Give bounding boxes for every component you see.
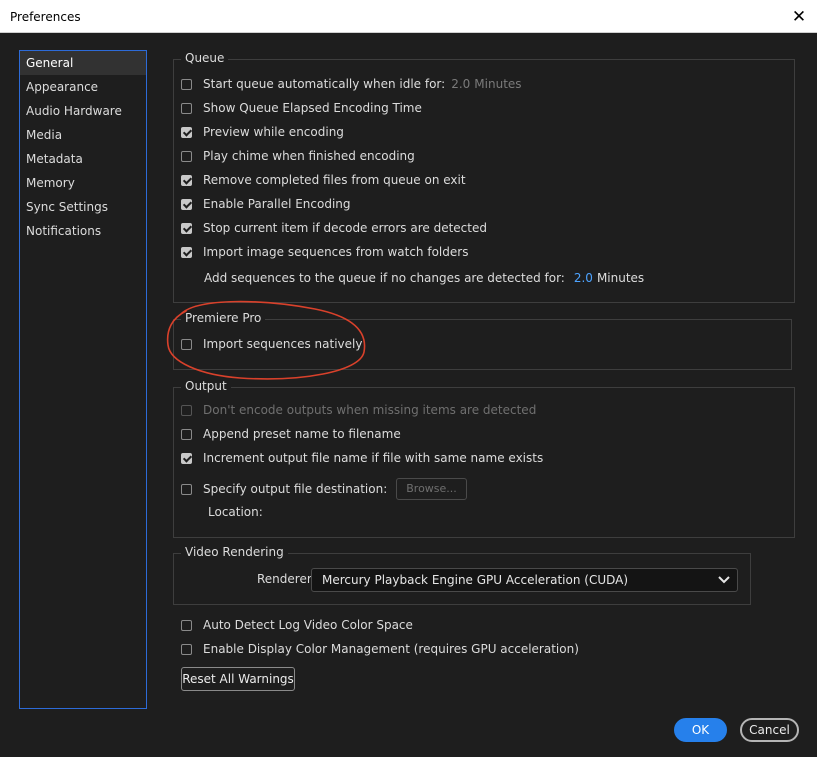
add-sequences-row: Add sequences to the queue if no changes… [204, 269, 644, 287]
import-image-seq-checkbox[interactable] [181, 246, 192, 258]
append-preset-label: Append preset name to filename [203, 427, 401, 441]
renderer-row: Renderer: [257, 570, 316, 588]
browse-button[interactable]: Browse... [396, 478, 467, 500]
remove-completed-label: Remove completed files from queue on exi… [203, 173, 466, 187]
sidebar-item-memory[interactable]: Memory [20, 171, 146, 195]
idle-minutes-value[interactable]: 2.0 [451, 75, 470, 93]
dont-encode-checkbox[interactable] [181, 404, 192, 416]
add-sequences-minutes-value[interactable]: 2.0 [574, 269, 593, 287]
display-color-label: Enable Display Color Management (require… [203, 642, 579, 656]
video-rendering-group-title: Video Rendering [181, 545, 288, 559]
sidebar-item-media[interactable]: Media [20, 123, 146, 147]
dont-encode-row: Don't encode outputs when missing items … [181, 401, 536, 419]
start-queue-row: Start queue automatically when idle for:… [181, 75, 522, 93]
parallel-row: Enable Parallel Encoding [181, 195, 351, 213]
reset-all-warnings-button[interactable]: Reset All Warnings [181, 667, 295, 691]
parallel-encoding-label: Enable Parallel Encoding [203, 197, 351, 211]
increment-checkbox[interactable] [181, 452, 192, 464]
import-image-seq-row: Import image sequences from watch folder… [181, 243, 468, 261]
display-color-checkbox[interactable] [181, 643, 192, 655]
cancel-button[interactable]: Cancel [740, 718, 799, 742]
increment-label: Increment output file name if file with … [203, 451, 544, 465]
idle-minutes-unit: Minutes [474, 77, 522, 91]
append-preset-row: Append preset name to filename [181, 425, 401, 443]
start-queue-checkbox[interactable] [181, 78, 192, 90]
specify-dest-label: Specify output file destination: [203, 482, 388, 496]
import-natively-checkbox[interactable] [181, 338, 192, 350]
location-row: Location: [208, 503, 263, 521]
sidebar-item-sync-settings[interactable]: Sync Settings [20, 195, 146, 219]
title-bar: Preferences ✕ [0, 0, 817, 33]
specify-dest-checkbox[interactable] [181, 483, 192, 495]
remove-completed-row: Remove completed files from queue on exi… [181, 171, 466, 189]
renderer-label: Renderer: [257, 572, 316, 586]
auto-detect-checkbox[interactable] [181, 619, 192, 631]
stop-on-error-row: Stop current item if decode errors are d… [181, 219, 487, 237]
add-sequences-label: Add sequences to the queue if no changes… [204, 271, 565, 285]
ok-button[interactable]: OK [674, 718, 727, 742]
preview-checkbox[interactable] [181, 126, 192, 138]
add-sequences-minutes-unit: Minutes [596, 271, 645, 285]
sidebar-item-metadata[interactable]: Metadata [20, 147, 146, 171]
remove-completed-checkbox[interactable] [181, 174, 192, 186]
location-label: Location: [208, 505, 263, 519]
stop-on-error-label: Stop current item if decode errors are d… [203, 221, 487, 235]
specify-dest-row: Specify output file destination: Browse.… [181, 477, 467, 501]
chime-label: Play chime when finished encoding [203, 149, 415, 163]
renderer-select-value: Mercury Playback Engine GPU Acceleration… [322, 573, 629, 587]
dont-encode-label: Don't encode outputs when missing items … [203, 403, 537, 417]
queue-group-title: Queue [181, 51, 229, 65]
close-icon[interactable]: ✕ [787, 5, 811, 29]
auto-detect-row: Auto Detect Log Video Color Space [181, 616, 413, 634]
import-natively-row: Import sequences natively [181, 335, 362, 353]
stop-on-error-checkbox[interactable] [181, 222, 192, 234]
chime-row: Play chime when finished encoding [181, 147, 415, 165]
preferences-sidebar: General Appearance Audio Hardware Media … [19, 50, 147, 709]
preview-label: Preview while encoding [203, 125, 344, 139]
renderer-select[interactable]: Mercury Playback Engine GPU Acceleration… [311, 568, 738, 592]
start-queue-label: Start queue automatically when idle for: [203, 77, 446, 91]
parallel-encoding-checkbox[interactable] [181, 198, 192, 210]
preview-row: Preview while encoding [181, 123, 344, 141]
auto-detect-label: Auto Detect Log Video Color Space [203, 618, 413, 632]
sidebar-item-notifications[interactable]: Notifications [20, 219, 146, 243]
window-title: Preferences [10, 10, 81, 24]
sidebar-item-audio-hardware[interactable]: Audio Hardware [20, 99, 146, 123]
sidebar-item-general[interactable]: General [20, 51, 146, 75]
import-image-seq-label: Import image sequences from watch folder… [203, 245, 469, 259]
import-natively-label: Import sequences natively [203, 337, 363, 351]
output-group-title: Output [181, 379, 231, 393]
sidebar-item-appearance[interactable]: Appearance [20, 75, 146, 99]
chime-checkbox[interactable] [181, 150, 192, 162]
show-elapsed-checkbox[interactable] [181, 102, 192, 114]
chevron-down-icon [718, 576, 730, 584]
show-elapsed-label: Show Queue Elapsed Encoding Time [203, 101, 422, 115]
append-preset-checkbox[interactable] [181, 428, 192, 440]
premiere-pro-group-title: Premiere Pro [181, 311, 266, 325]
display-color-row: Enable Display Color Management (require… [181, 640, 579, 658]
show-elapsed-row: Show Queue Elapsed Encoding Time [181, 99, 422, 117]
increment-row: Increment output file name if file with … [181, 449, 543, 467]
